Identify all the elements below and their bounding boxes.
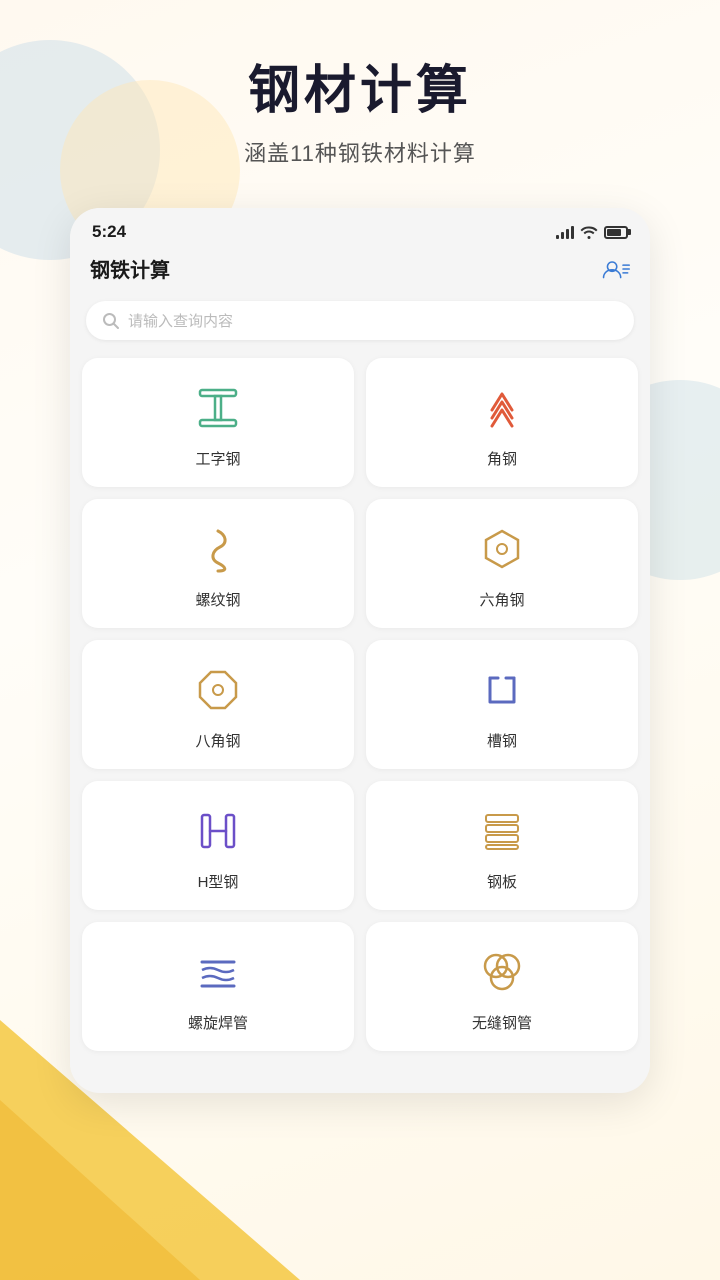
search-placeholder: 请输入查询内容: [128, 310, 233, 331]
app-header: 钢铁计算: [70, 250, 650, 295]
header-section: 钢材计算 涵盖11种钢铁材料计算: [0, 0, 720, 188]
grid-item-gongzugang[interactable]: 工字钢: [82, 358, 354, 487]
grid-item-label: H型钢: [198, 871, 239, 892]
grid-item-label: 工字钢: [195, 448, 240, 469]
status-bar: 5:24: [70, 208, 650, 250]
rebar-icon: [190, 521, 246, 577]
angle-steel-icon: [474, 380, 530, 436]
user-profile-button[interactable]: [602, 258, 630, 280]
grid-item-caogang[interactable]: 槽钢: [366, 640, 638, 769]
i-beam-icon: [190, 380, 246, 436]
grid-row-2: 螺纹钢 六角钢: [82, 499, 638, 628]
octagon-icon: [190, 662, 246, 718]
grid-item-wufeng[interactable]: 无缝钢管: [366, 922, 638, 1051]
grid-item-label: 八角钢: [195, 730, 240, 751]
phone-card: 5:24 钢铁计算: [70, 208, 650, 1093]
status-icons: [556, 225, 628, 239]
search-icon: [102, 312, 120, 330]
app-title: 钢铁计算: [90, 254, 170, 283]
sub-title: 涵盖11种钢铁材料计算: [0, 136, 720, 168]
grid-item-hxing[interactable]: H型钢: [82, 781, 354, 910]
seamless-pipe-icon: [474, 944, 530, 1000]
grid-row-4: H型钢 钢板: [82, 781, 638, 910]
h-beam-icon: [190, 803, 246, 859]
grid-row-5: 螺旋焊管 无缝钢管: [82, 922, 638, 1051]
status-time: 5:24: [92, 222, 126, 242]
main-title: 钢材计算: [0, 60, 720, 122]
signal-icon: [556, 225, 574, 239]
grid-item-label: 螺旋焊管: [188, 1012, 248, 1033]
grid-item-label: 角钢: [487, 448, 517, 469]
grid-item-label: 无缝钢管: [472, 1012, 532, 1033]
wifi-icon: [580, 225, 598, 239]
battery-icon: [604, 226, 628, 239]
grid-item-liujiao[interactable]: 六角钢: [366, 499, 638, 628]
bg-triangle-2: [0, 1100, 200, 1280]
hexagon-icon: [474, 521, 530, 577]
search-container: 请输入查询内容: [70, 295, 650, 354]
plate-icon: [474, 803, 530, 859]
search-bar[interactable]: 请输入查询内容: [86, 301, 634, 340]
grid-row-1: 工字钢 角钢: [82, 358, 638, 487]
grid-item-gangban[interactable]: 钢板: [366, 781, 638, 910]
grid-item-label: 槽钢: [487, 730, 517, 751]
channel-icon: [474, 662, 530, 718]
grid-item-luowengang[interactable]: 螺纹钢: [82, 499, 354, 628]
grid-row-3: 八角钢 槽钢: [82, 640, 638, 769]
user-icon: [602, 258, 630, 280]
grid-item-jiaogang[interactable]: 角钢: [366, 358, 638, 487]
material-grid: 工字钢 角钢: [70, 354, 650, 1073]
grid-item-label: 六角钢: [479, 589, 524, 610]
grid-item-luoxuan[interactable]: 螺旋焊管: [82, 922, 354, 1051]
spiral-pipe-icon: [190, 944, 246, 1000]
grid-item-bajiao[interactable]: 八角钢: [82, 640, 354, 769]
grid-item-label: 螺纹钢: [195, 589, 240, 610]
grid-item-label: 钢板: [487, 871, 517, 892]
